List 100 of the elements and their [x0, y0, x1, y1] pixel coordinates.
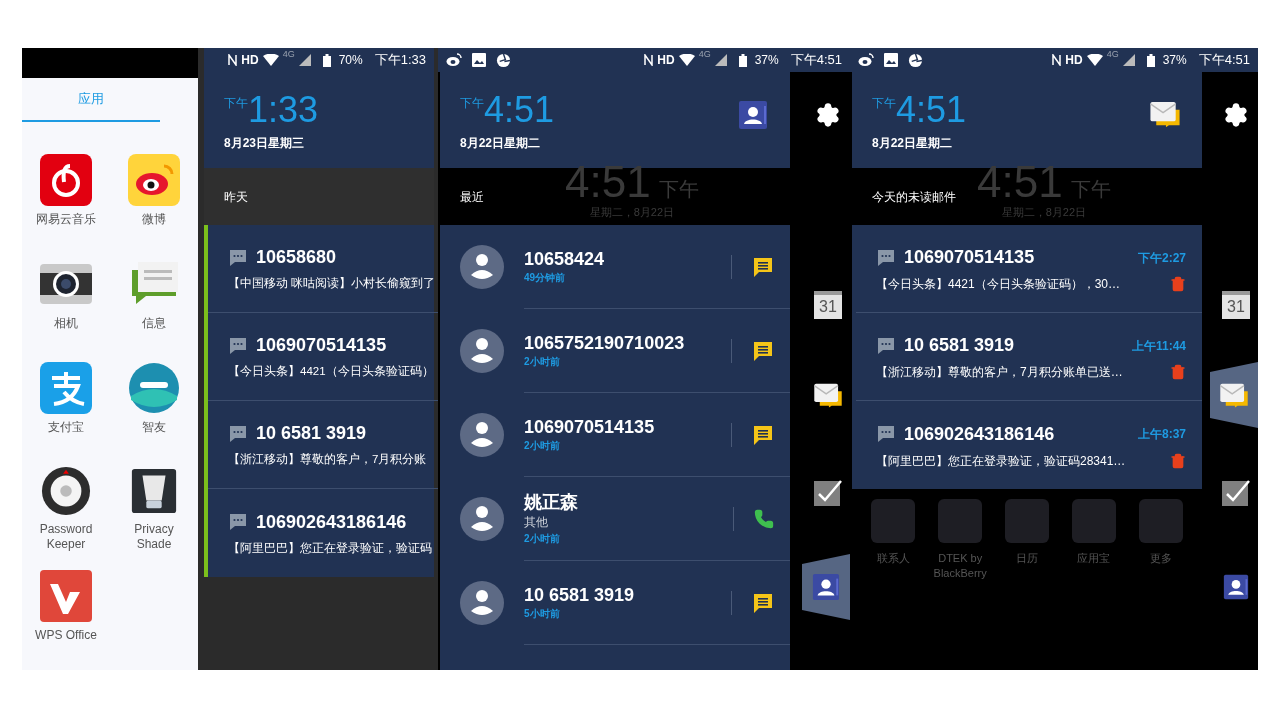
battery-percent: 37%	[754, 52, 779, 69]
delete-icon[interactable]	[1170, 276, 1186, 292]
wifi-icon	[1086, 54, 1103, 66]
delete-icon[interactable]	[1170, 364, 1186, 380]
contacts-icon[interactable]	[812, 573, 840, 601]
message-icon[interactable]	[752, 255, 774, 278]
message-sender: 106902643186146	[904, 422, 1055, 446]
contact-name: 1069070514135	[524, 416, 656, 438]
weibo-icon	[446, 53, 462, 67]
message-preview: 【中国移动 咪咕阅读】小村长偷窥到了	[228, 276, 436, 292]
clock-date: 8月22日星期二	[460, 135, 542, 152]
avatar-icon	[460, 581, 504, 625]
music-app-icon[interactable]	[40, 154, 92, 206]
message-bubble-icon	[228, 247, 248, 268]
contact-time: 5小时前	[524, 607, 561, 621]
contact-name: 1065752190710023	[524, 332, 686, 354]
contact-item[interactable]: 1065752190710023 2小时前	[440, 309, 790, 393]
wifi-icon	[262, 54, 279, 66]
mail-icon[interactable]	[812, 382, 844, 408]
message-item[interactable]: 106902643186146 上午8:37 【阿里巴巴】您正在登录验证，验证码28341…	[852, 401, 1202, 489]
dial-icon[interactable]	[40, 466, 92, 516]
message-time: 上午11:44	[1131, 337, 1186, 355]
contact-item[interactable]: 姚正森 其他 2小时前	[440, 477, 790, 561]
message-preview: 【阿里巴巴】您正在登录验证，验证码28341…	[876, 452, 1126, 470]
checkbox-icon[interactable]	[813, 479, 843, 507]
app-label[interactable]: Privacy Shade	[116, 522, 192, 552]
message-bubble-icon	[876, 424, 896, 444]
status-time: 下午4:51	[1198, 51, 1250, 70]
checkbox-icon[interactable]	[1221, 479, 1251, 507]
alipay-app-icon[interactable]	[40, 362, 92, 414]
battery-icon	[322, 53, 331, 67]
message-icon[interactable]	[752, 339, 774, 362]
app-label[interactable]: 相机	[28, 316, 104, 331]
contact-time: 2小时前	[524, 532, 561, 546]
avatar-icon	[460, 413, 504, 457]
message-preview: 【浙江移动】尊敬的客户，7月积分账单已送…	[876, 364, 1123, 381]
message-icon[interactable]	[752, 591, 774, 614]
avatar-icon	[460, 245, 504, 289]
backdrop-ampm: 下午	[1070, 177, 1111, 202]
avatar-icon	[460, 329, 504, 373]
calendar-icon[interactable]: 31	[814, 291, 842, 319]
contacts-icon[interactable]	[1223, 574, 1249, 600]
message-bubble-icon	[228, 512, 248, 533]
clock-time: 1:33	[248, 92, 319, 128]
signal-icon	[714, 54, 727, 66]
aperture-icon	[496, 52, 511, 68]
app-label[interactable]: 网易云音乐	[28, 212, 104, 227]
mail-icon[interactable]	[1148, 100, 1182, 128]
settings-icon[interactable]	[1223, 102, 1249, 128]
image-icon	[472, 53, 486, 67]
app-label[interactable]: 信息	[116, 316, 192, 331]
clock-ampm: 下午	[460, 95, 484, 110]
aperture-icon	[908, 52, 923, 68]
avatar-icon	[460, 497, 504, 541]
section-title: 昨天	[224, 188, 248, 206]
clock-ampm: 下午	[872, 95, 896, 110]
contact-time: 49分钟前	[524, 271, 567, 285]
clock-time: 4:51	[484, 92, 555, 128]
network-label: HD	[241, 52, 259, 69]
side-tab[interactable]: 31	[806, 289, 850, 321]
contact-item[interactable]: 10 6581 3919 5小时前	[440, 561, 790, 645]
status-time: 下午4:51	[790, 51, 842, 70]
calendar-icon[interactable]: 31	[1222, 291, 1250, 319]
app-label[interactable]: WPS Office	[28, 628, 104, 643]
contact-item[interactable]: 1069070514135 2小时前	[440, 393, 790, 477]
message-item[interactable]: 106902643186146 【阿里巴巴】您正在登录验证，验证码	[204, 489, 434, 577]
side-tab[interactable]: 31	[1214, 289, 1258, 321]
app-label[interactable]: 微博	[116, 212, 192, 227]
app-label[interactable]: Password Keeper	[28, 522, 104, 552]
network-label: HD	[1065, 52, 1083, 69]
message-preview: 【阿里巴巴】您正在登录验证，验证码	[228, 540, 432, 556]
message-item[interactable]: 10 6581 3919 上午11:44 【浙江移动】尊敬的客户，7月积分账单已送…	[852, 313, 1202, 401]
message-preview: 【今日头条】4421（今日头条验证码），30…	[876, 276, 1121, 293]
contact-item[interactable]: 10658424 49分钟前	[440, 225, 790, 309]
delete-icon[interactable]	[1170, 452, 1186, 469]
settings-icon[interactable]	[815, 102, 841, 128]
battery-percent: 37%	[1162, 52, 1187, 69]
wifi-icon	[678, 54, 695, 66]
signal-icon	[298, 54, 311, 66]
backdrop-ampm: 下午	[658, 177, 699, 202]
contact-name: 10 6581 3919	[524, 584, 636, 606]
message-sender: 1069070514135	[904, 246, 1035, 269]
app-label[interactable]: 智友	[116, 420, 192, 435]
app-label[interactable]: 支付宝	[28, 420, 104, 435]
weibo-icon	[858, 53, 874, 67]
message-preview: 【今日头条】4421（今日头条验证码）	[228, 364, 434, 380]
clock-ampm: 下午	[224, 95, 248, 110]
contact-time: 2小时前	[524, 355, 561, 369]
message-icon[interactable]	[752, 423, 774, 446]
weibo-app-icon[interactable]	[128, 154, 180, 206]
battery-percent: 70%	[338, 52, 363, 69]
call-icon[interactable]	[754, 508, 774, 529]
document-app-icon[interactable]	[40, 570, 92, 622]
message-time: 上午8:37	[1137, 426, 1186, 443]
message-sender: 10 6581 3919	[256, 422, 367, 446]
network-label: HD	[657, 52, 675, 69]
backdrop-clock: 4:51	[565, 160, 651, 204]
contacts-icon[interactable]	[738, 100, 768, 130]
speech-bubble-app-icon[interactable]	[128, 362, 180, 414]
message-item[interactable]: 1069070514135 下午2:27 【今日头条】4421（今日头条验证码），30…	[852, 225, 1202, 313]
